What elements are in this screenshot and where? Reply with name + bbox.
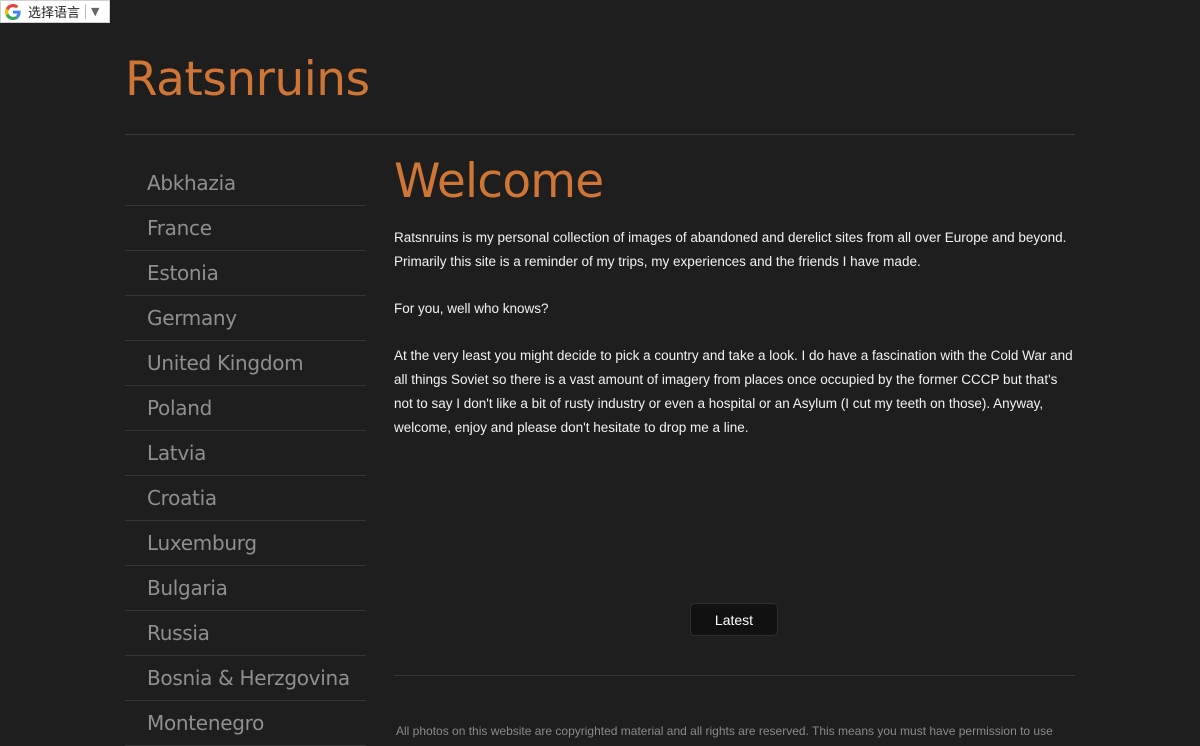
sidebar-item-bosnia-herzgovina[interactable]: Bosnia & Herzgovina <box>125 656 366 701</box>
sidebar-item-label: Russia <box>147 621 210 645</box>
sidebar-item-label: Poland <box>147 396 212 420</box>
sidebar-item-label: Luxemburg <box>147 531 257 555</box>
sidebar-item-label: Germany <box>147 306 237 330</box>
sidebar-item-united-kingdom[interactable]: United Kingdom <box>125 341 366 386</box>
sidebar-item-france[interactable]: France <box>125 206 366 251</box>
google-g-icon <box>5 3 21 20</box>
sidebar-item-label: Latvia <box>147 441 207 465</box>
sidebar-item-croatia[interactable]: Croatia <box>125 476 366 521</box>
details-paragraph: At the very least you might decide to pi… <box>394 348 1073 435</box>
country-nav: Abkhazia France Estonia Germany United K… <box>125 161 366 746</box>
sidebar-item-label: United Kingdom <box>147 351 304 375</box>
sidebar-item-estonia[interactable]: Estonia <box>125 251 366 296</box>
page-title: Welcome <box>394 154 604 209</box>
sidebar-item-abkhazia[interactable]: Abkhazia <box>125 161 366 206</box>
sidebar-item-montenegro[interactable]: Montenegro <box>125 701 366 746</box>
site-title[interactable]: Ratsnruins <box>125 50 370 110</box>
google-translate-widget[interactable]: 选择语言 ▼ <box>0 0 110 23</box>
sidebar-item-label: France <box>147 216 212 240</box>
sidebar-item-russia[interactable]: Russia <box>125 611 366 656</box>
translate-divider <box>85 4 87 19</box>
translate-language-label: 选择语言 <box>28 6 81 21</box>
latest-button[interactable]: Latest <box>690 603 778 636</box>
sidebar-item-luxemburg[interactable]: Luxemburg <box>125 521 366 566</box>
sidebar-item-latvia[interactable]: Latvia <box>125 431 366 476</box>
sidebar-item-poland[interactable]: Poland <box>125 386 366 431</box>
chevron-down-icon[interactable]: ▼ <box>91 5 99 18</box>
sidebar-item-label: Estonia <box>147 261 219 285</box>
footer-divider <box>394 675 1075 676</box>
sidebar-item-label: Abkhazia <box>147 171 236 195</box>
sidebar-item-label: Croatia <box>147 486 217 510</box>
sidebar-item-label: Montenegro <box>147 711 265 735</box>
question-paragraph: For you, well who knows? <box>394 301 549 316</box>
header-divider <box>125 134 1075 135</box>
sidebar-item-germany[interactable]: Germany <box>125 296 366 341</box>
welcome-text: Ratsnruins is my personal collection of … <box>394 226 1076 463</box>
copyright-notice: All photos on this website are copyright… <box>396 724 1053 738</box>
sidebar-item-label: Bulgaria <box>147 576 228 600</box>
intro-paragraph: Ratsnruins is my personal collection of … <box>394 230 1067 269</box>
sidebar-item-label: Bosnia & Herzgovina <box>147 666 350 690</box>
sidebar-item-bulgaria[interactable]: Bulgaria <box>125 566 366 611</box>
